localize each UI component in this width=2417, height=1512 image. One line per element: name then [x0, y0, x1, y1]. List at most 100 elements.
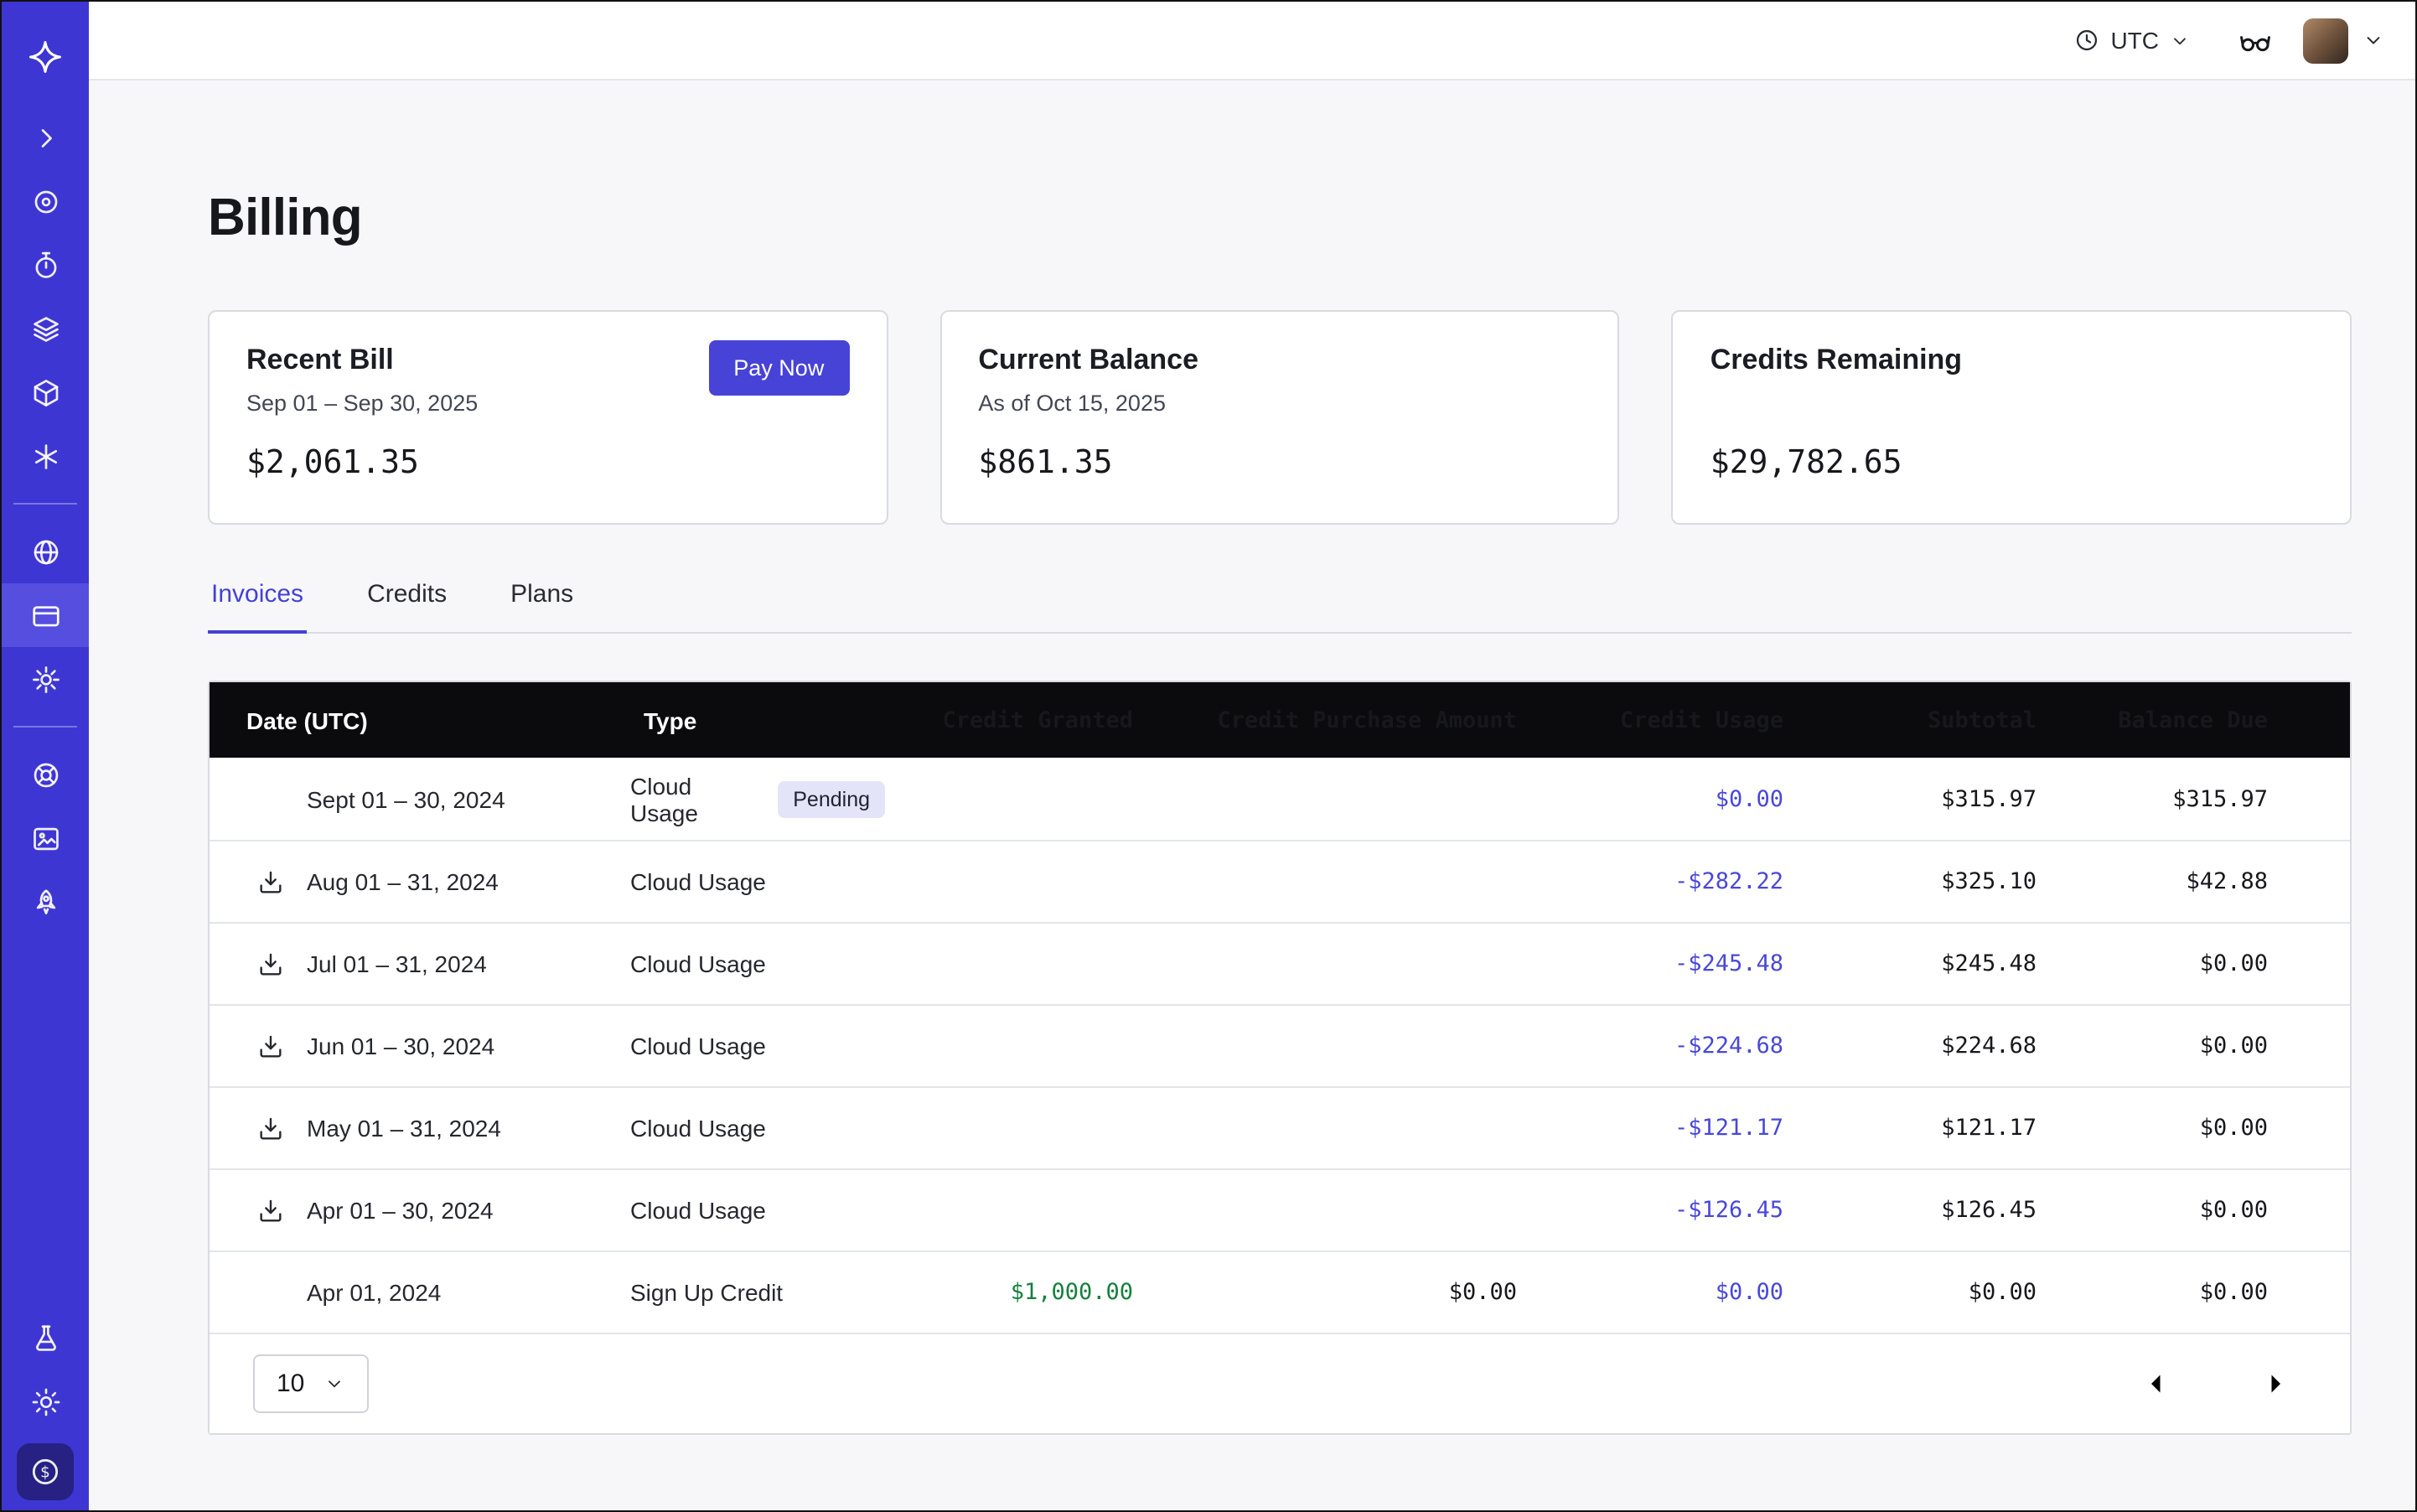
app-logo[interactable] — [27, 39, 64, 75]
sidebar-item-timer[interactable] — [2, 233, 89, 297]
sidebar-divider — [13, 726, 77, 728]
subtotal-value: $0.00 — [1797, 1279, 2050, 1306]
invoice-type: Cloud Usage — [630, 868, 766, 895]
subtotal-value: $245.48 — [1797, 950, 2050, 977]
card-title: Credits Remaining — [1711, 344, 2313, 377]
tab-invoices[interactable]: Invoices — [208, 580, 307, 634]
col-balance-due: Balance Due — [2050, 707, 2350, 733]
credit-usage-value: -$224.68 — [1530, 1033, 1797, 1059]
download-invoice-button[interactable] — [256, 867, 285, 896]
tab-credits[interactable]: Credits — [364, 580, 450, 632]
col-credit-granted: Credit Granted — [898, 707, 1146, 733]
balance-due-value: $0.00 — [2050, 950, 2350, 977]
invoice-date: Sept 01 – 30, 2024 — [307, 785, 505, 812]
sidebar — [2, 2, 89, 1512]
invoice-type: Cloud Usage — [630, 1033, 766, 1059]
globe-icon — [29, 536, 61, 567]
timezone-selector[interactable]: UTC — [2073, 27, 2191, 54]
download-invoice-button[interactable] — [256, 950, 285, 978]
chevron-down-icon — [2169, 29, 2191, 51]
invoice-type: Cloud Usage — [630, 950, 766, 977]
sidebar-item-rocket[interactable] — [2, 870, 89, 934]
user-menu-chevron-down-icon[interactable] — [2362, 28, 2385, 52]
invoice-date: Jun 01 – 30, 2024 — [307, 1033, 494, 1059]
subtotal-value: $224.68 — [1797, 1033, 2050, 1059]
glasses-icon — [2238, 23, 2273, 58]
glasses-button[interactable] — [2238, 23, 2273, 58]
sidebar-nav — [2, 106, 89, 934]
table-row[interactable]: Jul 01 – 31, 2024 Cloud Usage -$245.48 $… — [210, 922, 2350, 1004]
balance-due-value: $315.97 — [2050, 785, 2350, 812]
download-icon — [256, 1114, 285, 1142]
current-balance-card: Current Balance As of Oct 15, 2025 $861.… — [939, 310, 1619, 525]
sun-icon — [29, 1385, 61, 1417]
arrow-left-icon[interactable] — [2145, 1366, 2181, 1401]
table-header: Date (UTC) Type Credit Granted Credit Pu… — [210, 682, 2350, 758]
credit-card-icon — [29, 599, 61, 631]
credits-remaining-amount: $29,782.65 — [1711, 444, 2313, 481]
table-row[interactable]: Apr 01, 2024 Sign Up Credit $1,000.00 $0… — [210, 1251, 2350, 1333]
tab-plans[interactable]: Plans — [507, 580, 577, 632]
table-row[interactable]: Apr 01 – 30, 2024 Cloud Usage -$126.45 $… — [210, 1168, 2350, 1251]
gear-icon — [29, 663, 61, 695]
arrow-right-icon[interactable] — [2251, 1366, 2286, 1401]
credit-usage-value: -$282.22 — [1530, 868, 1797, 895]
balance-due-value: $0.00 — [2050, 1197, 2350, 1224]
sidebar-item-flask[interactable] — [2, 1306, 89, 1370]
app-window: UTC Billing Recent Bill Sep 01 – Sep 30, — [0, 0, 2417, 1512]
balance-due-value: $0.00 — [2050, 1279, 2350, 1306]
download-invoice-button[interactable] — [256, 1114, 285, 1142]
timezone-label: UTC — [2110, 27, 2159, 54]
sidebar-item-asterisk[interactable] — [2, 424, 89, 488]
credit-granted-value: $1,000.00 — [898, 1279, 1146, 1306]
recent-bill-card: Recent Bill Sep 01 – Sep 30, 2025 $2,061… — [208, 310, 888, 525]
sidebar-item-layers[interactable] — [2, 297, 89, 360]
sidebar-item-support[interactable] — [2, 743, 89, 806]
download-icon — [256, 1196, 285, 1225]
sidebar-item-dollar[interactable] — [17, 1443, 74, 1500]
logo-icon — [27, 39, 64, 75]
sidebar-item-sun[interactable] — [2, 1370, 89, 1433]
sidebar-item-credit-card[interactable] — [2, 583, 89, 647]
asterisk-icon — [29, 440, 61, 472]
dollar-icon — [28, 1455, 62, 1489]
invoice-date: Aug 01 – 31, 2024 — [307, 868, 499, 895]
table-row[interactable]: Aug 01 – 31, 2024 Cloud Usage -$282.22 $… — [210, 840, 2350, 922]
sidebar-item-cube[interactable] — [2, 360, 89, 424]
table-row[interactable]: Sept 01 – 30, 2024 Cloud Usage Pending $… — [210, 758, 2350, 840]
avatar[interactable] — [2303, 18, 2348, 63]
sidebar-item-radar[interactable] — [2, 169, 89, 233]
invoices-table: Date (UTC) Type Credit Granted Credit Pu… — [208, 681, 2352, 1435]
table-row[interactable]: Jun 01 – 30, 2024 Cloud Usage -$224.68 $… — [210, 1004, 2350, 1086]
subtotal-value: $315.97 — [1797, 785, 2050, 812]
table-row[interactable]: May 01 – 31, 2024 Cloud Usage -$121.17 $… — [210, 1086, 2350, 1168]
recent-bill-amount: $2,061.35 — [246, 444, 849, 481]
credit-usage-value: -$121.17 — [1530, 1115, 1797, 1142]
download-invoice-button[interactable] — [256, 1032, 285, 1060]
credit-usage-value: -$245.48 — [1530, 950, 1797, 977]
sidebar-item-globe[interactable] — [2, 520, 89, 583]
pay-now-button[interactable]: Pay Now — [708, 340, 849, 396]
flask-icon — [29, 1322, 61, 1354]
invoice-type: Cloud Usage — [630, 1197, 766, 1224]
balance-due-value: $0.00 — [2050, 1115, 2350, 1142]
download-invoice-button[interactable] — [256, 1196, 285, 1225]
credit-usage-value: $0.00 — [1530, 785, 1797, 812]
clock-icon — [2073, 27, 2100, 54]
page-size-select[interactable]: 10 — [253, 1354, 368, 1413]
billing-tabs: Invoices Credits Plans — [208, 580, 2352, 634]
sidebar-item-chevron-right[interactable] — [2, 106, 89, 169]
layers-icon — [29, 313, 61, 344]
table-pager: 10 — [210, 1333, 2350, 1433]
rocket-icon — [29, 886, 61, 918]
timer-icon — [29, 249, 61, 281]
sidebar-item-gear[interactable] — [2, 647, 89, 711]
balance-due-value: $0.00 — [2050, 1033, 2350, 1059]
col-credit-usage: Credit Usage — [1530, 707, 1797, 733]
sidebar-bottom — [2, 1306, 89, 1500]
sidebar-item-image[interactable] — [2, 806, 89, 870]
subtotal-value: $126.45 — [1797, 1197, 2050, 1224]
download-icon — [256, 867, 285, 896]
invoice-type: Sign Up Credit — [630, 1279, 783, 1306]
topbar: UTC — [89, 2, 2417, 80]
